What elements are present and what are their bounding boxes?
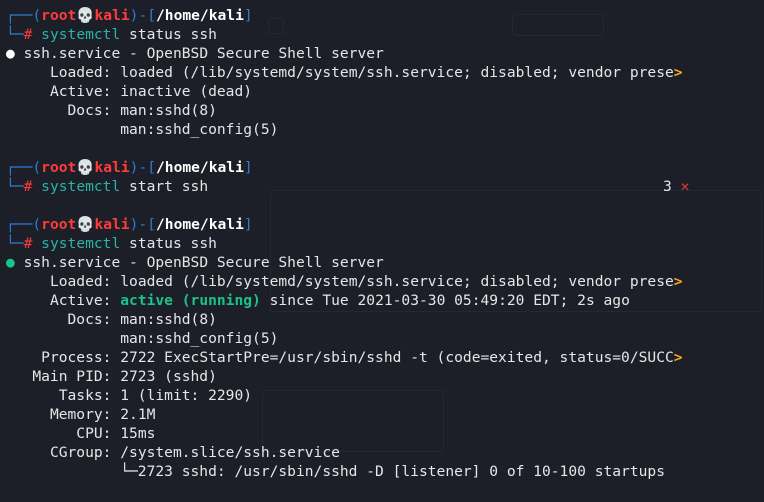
tasks-label: Tasks: <box>58 387 112 404</box>
docs-value: man:sshd(8) <box>120 311 217 328</box>
status1-title-line: ● ssh.service - OpenBSD Secure Shell ser… <box>6 44 384 63</box>
active-state: active (running) <box>120 292 261 309</box>
cpu-value: 15ms <box>120 425 156 442</box>
active-since: since Tue 2021-03-30 05:49:20 EDT; 2s ag… <box>269 292 630 309</box>
prompt-host: kali <box>94 216 130 233</box>
skull-icon: 💀 <box>76 216 95 233</box>
prompt-path: /home/kali <box>156 216 244 233</box>
prompt-path: /home/kali <box>156 7 244 24</box>
process-label: Process: <box>41 349 112 366</box>
skull-icon: 💀 <box>76 7 95 24</box>
prompt-symbol: # <box>23 235 33 252</box>
command-line-2: └─# systemctl start ssh <box>6 178 209 195</box>
status2-process-line: Process: 2722 ExecStartPre=/usr/sbin/ssh… <box>6 348 683 367</box>
prompt-user: root <box>41 159 77 176</box>
terminal-window[interactable]: ┌──(root💀kali)-[/home/kali] └─# systemct… <box>0 0 764 502</box>
memory-label: Memory: <box>49 406 112 423</box>
status2-docs-line: Docs: man:sshd(8) <box>6 310 217 329</box>
loaded-value: loaded (/lib/systemd/system/ssh.service;… <box>120 64 674 81</box>
memory-value: 2.1M <box>120 406 156 423</box>
status2-loaded-line: Loaded: loaded (/lib/systemd/system/ssh.… <box>6 272 683 291</box>
status2-active-line: Active: active (running) since Tue 2021-… <box>6 291 630 310</box>
prompt-host: kali <box>94 159 130 176</box>
loaded-label: Loaded: <box>49 273 112 290</box>
status2-cgroup-child-line: └─2723 sshd: /usr/sbin/sshd -D [listener… <box>6 462 665 481</box>
command-args: status ssh <box>120 26 217 43</box>
status2-memory-line: Memory: 2.1M <box>6 405 155 424</box>
inactive-dot-icon: ● <box>6 45 15 62</box>
status2-cpu-line: CPU: 15ms <box>6 424 155 443</box>
truncate-marker: > <box>673 349 683 366</box>
status2-title: ssh.service - OpenBSD Secure Shell serve… <box>23 254 384 271</box>
status2-tasks-line: Tasks: 1 (limit: 2290) <box>6 386 252 405</box>
command-args: status ssh <box>120 235 217 252</box>
process-value: 2722 ExecStartPre=/usr/sbin/sshd -t (cod… <box>120 349 674 366</box>
status2-mainpid-line: Main PID: 2723 (sshd) <box>6 367 217 386</box>
prompt-line-3: ┌──(root💀kali)-[/home/kali] <box>6 216 253 233</box>
status1-docs-line: Docs: man:sshd(8) <box>6 101 217 120</box>
status1-title: ssh.service - OpenBSD Secure Shell serve… <box>23 45 384 62</box>
command-args: start ssh <box>120 178 209 195</box>
truncate-marker: > <box>673 273 683 290</box>
cgroup-label: CGroup: <box>49 444 112 461</box>
status1-docs2-line: man:sshd_config(5) <box>6 120 278 139</box>
truncate-marker: > <box>673 64 683 81</box>
prompt-symbol: # <box>23 178 33 195</box>
command-systemctl: systemctl <box>41 178 121 195</box>
docs-label: Docs: <box>67 311 112 328</box>
docs-value: man:sshd(8) <box>120 102 217 119</box>
status2-title-line: ● ssh.service - OpenBSD Secure Shell ser… <box>6 253 384 272</box>
docs-label: Docs: <box>67 102 112 119</box>
error-x-icon: ✕ <box>680 178 690 195</box>
prompt-host: kali <box>94 7 130 24</box>
active-dot-icon: ● <box>6 254 15 271</box>
tasks-value: 1 (limit: 2290) <box>120 387 253 404</box>
loaded-value: loaded (/lib/systemd/system/ssh.service;… <box>120 273 674 290</box>
prompt-symbol: # <box>23 26 33 43</box>
status2-docs2-line: man:sshd_config(5) <box>6 329 278 348</box>
command-systemctl: systemctl <box>41 26 121 43</box>
status1-loaded-line: Loaded: loaded (/lib/systemd/system/ssh.… <box>6 63 683 82</box>
mainpid-value: 2723 (sshd) <box>120 368 217 385</box>
cgroup-child: └─2723 sshd: /usr/sbin/sshd -D [listener… <box>120 463 665 480</box>
cpu-label: CPU: <box>76 425 112 442</box>
prompt-line-1: ┌──(root💀kali)-[/home/kali] <box>6 7 253 24</box>
mainpid-label: Main PID: <box>32 368 112 385</box>
cgroup-value: /system.slice/ssh.service <box>120 444 340 461</box>
prompt-user: root <box>41 216 77 233</box>
status1-active-line: Active: inactive (dead) <box>6 82 252 101</box>
prompt-user: root <box>41 7 77 24</box>
command-line-3: └─# systemctl status ssh <box>6 235 217 252</box>
active-label: Active: <box>49 83 112 100</box>
active-value: inactive (dead) <box>120 83 253 100</box>
active-label: Active: <box>49 292 112 309</box>
prompt-line-2: ┌──(root💀kali)-[/home/kali] <box>6 159 253 176</box>
loaded-label: Loaded: <box>49 64 112 81</box>
exit-count: 3 <box>663 178 672 195</box>
status2-cgroup-line: CGroup: /system.slice/ssh.service <box>6 443 340 462</box>
prompt-path: /home/kali <box>156 159 244 176</box>
exit-status-indicator: 3 ✕ <box>663 177 689 196</box>
docs-value-2: man:sshd_config(5) <box>120 330 279 347</box>
command-line-1: └─# systemctl status ssh <box>6 26 217 43</box>
command-systemctl: systemctl <box>41 235 121 252</box>
docs-value-2: man:sshd_config(5) <box>120 121 279 138</box>
skull-icon: 💀 <box>76 159 95 176</box>
